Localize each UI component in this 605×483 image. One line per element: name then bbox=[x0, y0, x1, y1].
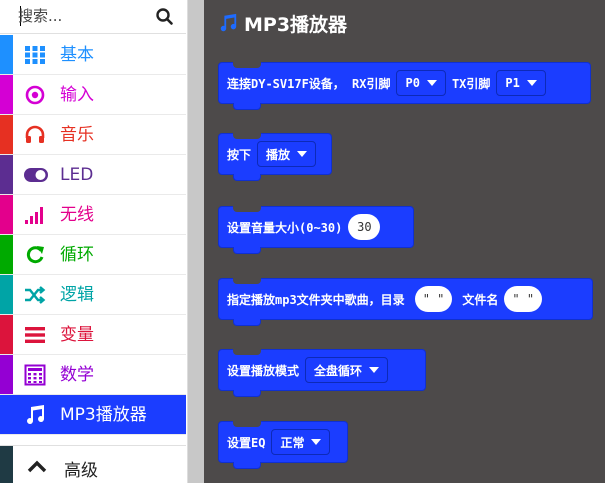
category-color-stripe bbox=[0, 235, 13, 274]
category-label: 输入 bbox=[60, 85, 94, 105]
target-icon bbox=[24, 84, 46, 106]
category-color-stripe bbox=[0, 355, 13, 394]
block-set-play-mode[interactable]: 设置播放模式 全盘循环 bbox=[218, 349, 426, 397]
toolbox-sidebar: 基本 输入 音乐 LED 无线 bbox=[0, 0, 188, 483]
category-label: 音乐 bbox=[60, 125, 94, 145]
block-text: 设置音量大小(0~30) bbox=[227, 220, 343, 235]
category-led[interactable]: LED bbox=[0, 155, 186, 195]
toolbox-scrollbar[interactable] bbox=[188, 0, 204, 483]
category-label: 数学 bbox=[60, 365, 94, 385]
advanced-label: 高级 bbox=[64, 461, 98, 481]
block-text: TX引脚 bbox=[451, 76, 491, 91]
block-connect-device[interactable]: 连接DY-SV17F设备， RX引脚 P0 TX引脚 P1 bbox=[218, 62, 591, 110]
block-notch bbox=[233, 278, 261, 284]
category-label: 变量 bbox=[60, 325, 94, 345]
block-notch bbox=[233, 103, 261, 110]
block-notch bbox=[233, 390, 261, 397]
category-color-stripe bbox=[0, 155, 13, 194]
calculator-icon bbox=[24, 364, 46, 386]
search-input[interactable] bbox=[18, 5, 150, 27]
eq-dropdown[interactable]: 正常 bbox=[271, 429, 331, 455]
block-text: 文件名 bbox=[462, 292, 499, 307]
category-label: MP3播放器 bbox=[60, 405, 147, 425]
category-color-stripe bbox=[0, 75, 13, 114]
block-text: 按下 bbox=[227, 147, 252, 162]
block-notch bbox=[233, 319, 261, 326]
category-label: 无线 bbox=[60, 205, 94, 225]
caret-down-icon bbox=[426, 80, 437, 86]
chevron-up-icon bbox=[26, 456, 48, 476]
dropdown-value: 全盘循环 bbox=[314, 363, 363, 378]
block-set-eq[interactable]: 设置EQ 正常 bbox=[218, 421, 348, 469]
category-list: 基本 输入 音乐 LED 无线 循环 逻辑 变量 数学 MP3播放器 bbox=[0, 35, 186, 435]
rx-pin-dropdown[interactable]: P0 bbox=[396, 70, 446, 96]
category-color-stripe bbox=[0, 35, 13, 74]
play-mode-dropdown[interactable]: 全盘循环 bbox=[305, 357, 389, 383]
block-notch bbox=[233, 247, 261, 254]
music-note-icon bbox=[218, 12, 238, 34]
block-text: 指定播放mp3文件夹中歌曲，目录 bbox=[227, 292, 405, 307]
workspace-category-title: MP3播放器 bbox=[244, 14, 348, 36]
category-logic[interactable]: 逻辑 bbox=[0, 275, 186, 315]
search-bar bbox=[0, 0, 186, 34]
category-label: 循环 bbox=[60, 245, 94, 265]
category-color-stripe bbox=[0, 115, 13, 154]
category-loops[interactable]: 循环 bbox=[0, 235, 186, 275]
block-text: 设置EQ bbox=[227, 435, 266, 450]
shuffle-icon bbox=[24, 284, 46, 306]
category-label: 基本 bbox=[60, 45, 94, 65]
category-radio[interactable]: 无线 bbox=[0, 195, 186, 235]
block-notch bbox=[233, 462, 261, 469]
dropdown-value: P1 bbox=[505, 76, 520, 90]
block-notch bbox=[233, 421, 261, 427]
block-play-song[interactable]: 指定播放mp3文件夹中歌曲，目录 " " 文件名 " " bbox=[218, 278, 593, 326]
block-notch bbox=[233, 349, 261, 355]
category-label: LED bbox=[60, 165, 94, 185]
refresh-icon bbox=[24, 244, 46, 266]
list-icon bbox=[24, 324, 46, 346]
toggle-icon bbox=[24, 164, 48, 186]
block-text: 连接DY-SV17F设备， RX引脚 bbox=[227, 76, 391, 91]
filename-input[interactable]: " " bbox=[504, 286, 543, 312]
caret-down-icon bbox=[369, 367, 380, 373]
signal-bars-icon bbox=[24, 204, 46, 226]
category-basic[interactable]: 基本 bbox=[0, 35, 186, 75]
dropdown-value: P0 bbox=[405, 76, 420, 90]
category-mp3-player[interactable]: MP3播放器 bbox=[0, 395, 186, 435]
volume-input[interactable]: 30 bbox=[348, 214, 381, 240]
music-note-icon bbox=[24, 404, 46, 426]
advanced-toggle[interactable]: 高级 bbox=[0, 445, 186, 483]
category-music[interactable]: 音乐 bbox=[0, 115, 186, 155]
block-text: 设置播放模式 bbox=[227, 363, 300, 378]
dropdown-value: 正常 bbox=[280, 435, 305, 450]
block-notch bbox=[233, 174, 261, 181]
category-color-stripe bbox=[0, 315, 13, 354]
category-color-stripe bbox=[0, 395, 13, 434]
block-notch bbox=[233, 62, 261, 68]
caret-down-icon bbox=[526, 80, 537, 86]
search-icon[interactable] bbox=[152, 5, 178, 29]
category-label: 逻辑 bbox=[60, 285, 94, 305]
block-notch bbox=[233, 133, 261, 139]
category-color-stripe bbox=[0, 446, 13, 483]
caret-down-icon bbox=[297, 151, 308, 157]
grid-icon bbox=[24, 44, 46, 66]
category-color-stripe bbox=[0, 275, 13, 314]
block-notch bbox=[233, 206, 261, 212]
category-math[interactable]: 数学 bbox=[0, 355, 186, 395]
block-set-volume[interactable]: 设置音量大小(0~30) 30 bbox=[218, 206, 414, 254]
category-input[interactable]: 输入 bbox=[0, 75, 186, 115]
headphones-icon bbox=[24, 124, 46, 146]
press-action-dropdown[interactable]: 播放 bbox=[257, 141, 317, 167]
block-press-button[interactable]: 按下 播放 bbox=[218, 133, 332, 181]
dropdown-value: 播放 bbox=[266, 147, 291, 162]
caret-down-icon bbox=[311, 439, 322, 445]
tx-pin-dropdown[interactable]: P1 bbox=[496, 70, 546, 96]
category-color-stripe bbox=[0, 195, 13, 234]
folder-input[interactable]: " " bbox=[414, 286, 453, 312]
category-variables[interactable]: 变量 bbox=[0, 315, 186, 355]
